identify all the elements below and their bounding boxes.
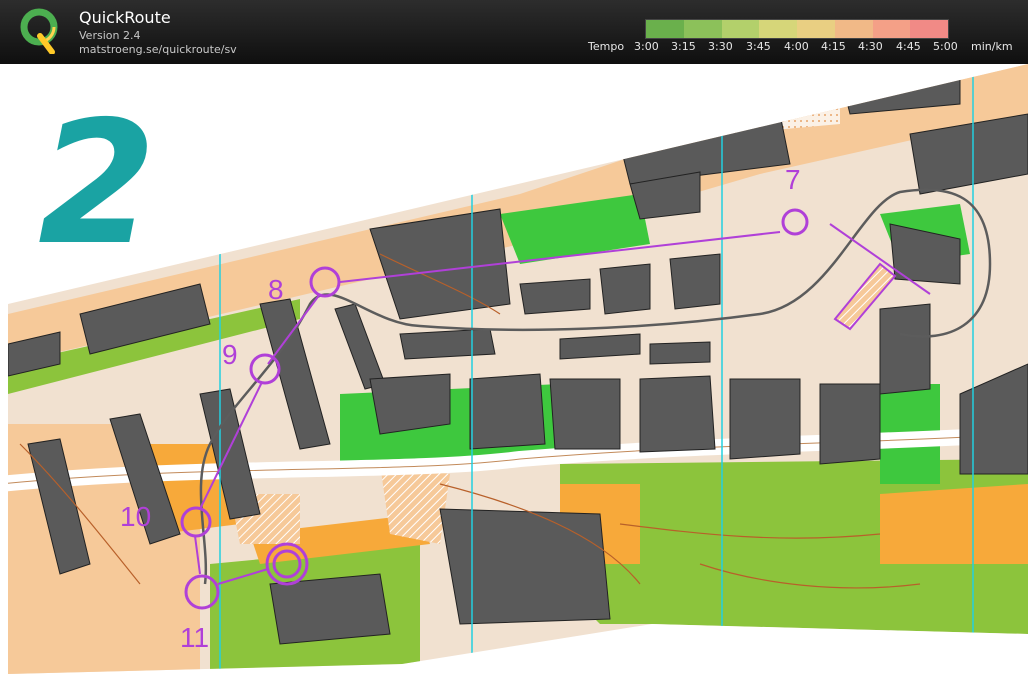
- tempo-tick: 3:00: [634, 40, 659, 53]
- tempo-color-swatch: [683, 20, 722, 38]
- tempo-tick: 4:30: [858, 40, 883, 53]
- tempo-color-swatch: [872, 20, 911, 38]
- building: [469, 373, 546, 450]
- tempo-color-swatch: [646, 20, 684, 38]
- header-bar: QuickRoute Version 2.4 matstroeng.se/qui…: [0, 0, 1028, 64]
- tempo-tick: 4:45: [896, 40, 921, 53]
- building: [729, 378, 801, 460]
- building: [649, 341, 711, 365]
- tempo-tick: 3:45: [746, 40, 771, 53]
- app-version: Version 2.4: [79, 29, 141, 42]
- tempo-unit: min/km: [971, 40, 1013, 53]
- tempo-color-swatch: [759, 20, 797, 38]
- building: [639, 375, 716, 453]
- building: [369, 373, 451, 435]
- tempo-color-scale: [645, 19, 949, 39]
- building: [669, 253, 721, 310]
- control-number-7: 7: [785, 164, 801, 195]
- leg-number: 2: [38, 85, 156, 283]
- control-number-11: 11: [180, 622, 209, 653]
- building: [559, 333, 641, 360]
- tempo-color-swatch: [910, 20, 948, 38]
- tempo-color-swatch: [721, 20, 760, 38]
- building: [819, 383, 881, 465]
- tempo-color-swatch: [797, 20, 835, 38]
- app-title: QuickRoute: [79, 8, 171, 27]
- building: [549, 378, 621, 450]
- building: [519, 278, 591, 315]
- tempo-tick: 5:00: [933, 40, 958, 53]
- tempo-tick: 4:15: [821, 40, 846, 53]
- tempo-tick: 4:00: [784, 40, 809, 53]
- tempo-color-swatch: [834, 20, 873, 38]
- building: [439, 508, 611, 625]
- hatched-area-2: [380, 464, 450, 544]
- building: [879, 303, 931, 395]
- tempo-label: Tempo: [588, 40, 625, 53]
- tempo-tick: 3:30: [708, 40, 733, 53]
- rough-open-east: [880, 484, 1028, 564]
- tempo-tick: 3:15: [671, 40, 696, 53]
- quickroute-logo-icon: [20, 8, 58, 54]
- app-url[interactable]: matstroeng.se/quickroute/sv: [79, 43, 237, 56]
- control-number-10: 10: [120, 501, 151, 532]
- building: [599, 263, 651, 315]
- orienteering-map[interactable]: 7 8 9 10 11 2: [0, 64, 1028, 691]
- control-number-8: 8: [268, 274, 284, 305]
- building: [399, 328, 496, 360]
- control-number-9: 9: [222, 339, 238, 370]
